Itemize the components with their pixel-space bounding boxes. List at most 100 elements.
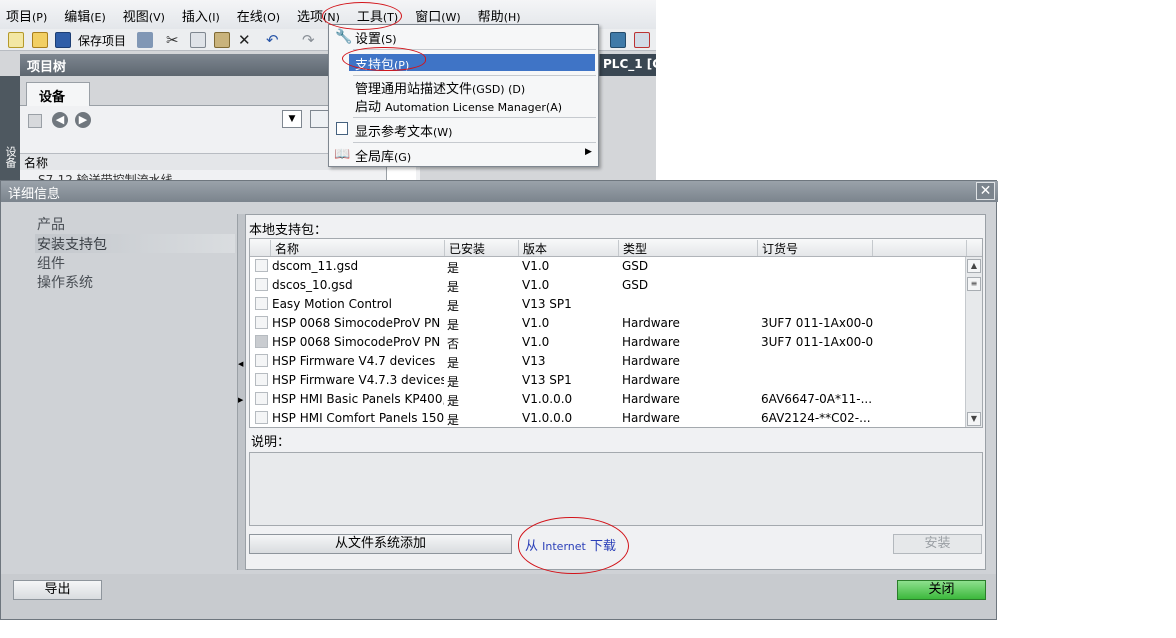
nav-products[interactable]: 产品	[35, 214, 235, 233]
table-row[interactable]: HSP HMI Basic Panels KP400, .. 是 V1.0.0.0 H…	[250, 390, 966, 409]
close-button[interactable]: 关闭	[897, 580, 986, 600]
menu-key: (H)	[503, 10, 521, 24]
row-checkbox[interactable]	[255, 335, 268, 348]
tree-row-partial[interactable]: S7-12 输送带控制流水线	[38, 171, 418, 180]
menu-insert[interactable]: 插入(I)	[182, 6, 220, 25]
side-tab-label: 设备	[4, 146, 17, 168]
delete-icon[interactable]: ✕	[238, 32, 254, 48]
description-box	[249, 452, 983, 526]
dropdown-arrow-icon[interactable]: ▼	[282, 110, 302, 128]
cell-name: HSP Firmware V4.7 devices	[272, 354, 436, 368]
menu-key: (V)	[148, 10, 165, 24]
menu-label: 编辑	[64, 9, 91, 25]
redo-icon[interactable]: ↷	[302, 32, 318, 48]
dialog-close-icon[interactable]: ✕	[976, 182, 995, 200]
description-label: 说明：	[251, 435, 291, 450]
annotation-ring-support-packages	[342, 47, 426, 71]
row-checkbox[interactable]	[255, 278, 268, 291]
row-checkbox[interactable]	[255, 411, 268, 424]
side-tab-devices[interactable]: 设备	[0, 76, 20, 180]
nav-operating-system[interactable]: 操作系统	[35, 272, 235, 291]
scroll-down-icon[interactable]: ▼	[967, 412, 981, 426]
monitor-icon[interactable]	[610, 32, 626, 48]
back-icon[interactable]: ◀	[52, 112, 68, 128]
table-row[interactable]: dscom_11.gsd 是 V1.0 GSD	[250, 257, 966, 276]
cell-type: Hardware	[622, 335, 680, 349]
menu-edit[interactable]: 编辑(E)	[64, 6, 106, 25]
column-name[interactable]: 名称	[270, 240, 299, 256]
print-icon[interactable]	[137, 32, 153, 48]
menu-item-reference-text[interactable]: 显示参考文本(W)	[355, 121, 452, 140]
column-order-number[interactable]: 订货号	[757, 240, 798, 256]
wrench-icon: 🔧	[335, 29, 353, 45]
menu-item-global-libraries[interactable]: 全局库(G)	[355, 146, 411, 165]
cell-installed: 是	[447, 261, 460, 275]
column-type[interactable]: 类型	[618, 240, 647, 256]
dialog-footer: 导出 关闭	[1, 574, 996, 619]
undo-icon[interactable]: ↶	[266, 32, 282, 48]
cell-name: Easy Motion Control	[272, 297, 392, 311]
cell-installed: 是	[447, 413, 460, 427]
cell-type: Hardware	[622, 392, 680, 406]
new-project-icon[interactable]	[8, 32, 24, 48]
table-row[interactable]: HSP Firmware V4.7 devices 是 V13 Hardware	[250, 352, 966, 371]
table-row[interactable]: dscos_10.gsd 是 V1.0 GSD	[250, 276, 966, 295]
menu-item-label: 管理通用站描述文件	[355, 82, 473, 97]
scroll-up-icon[interactable]: ▲	[967, 259, 981, 273]
cell-type: Hardware	[622, 354, 680, 368]
save-icon[interactable]	[55, 32, 71, 48]
row-checkbox[interactable]	[255, 373, 268, 386]
save-project-button[interactable]: 保存项目	[78, 32, 126, 49]
cut-icon[interactable]: ✂	[166, 32, 182, 48]
nav-install-support-package[interactable]: 安装支持包	[35, 234, 235, 253]
menu-item-key: (S)	[381, 33, 397, 46]
menu-item-settings[interactable]: 设置(S)	[355, 28, 397, 47]
cell-installed: 是	[447, 356, 460, 370]
cell-installed: 否	[447, 337, 460, 351]
panel-splitter[interactable]: ◀ ▶	[237, 214, 245, 570]
paste-icon[interactable]	[214, 32, 230, 48]
row-checkbox[interactable]	[255, 392, 268, 405]
row-checkbox[interactable]	[255, 297, 268, 310]
row-checkbox[interactable]	[255, 354, 268, 367]
collapse-left-icon[interactable]: ◀	[238, 360, 243, 368]
view-toggle-icon[interactable]	[310, 110, 330, 128]
menu-item-license-manager[interactable]: 启动 Automation License Manager(A)	[355, 96, 562, 115]
add-device-icon[interactable]	[28, 114, 42, 128]
menu-view[interactable]: 视图(V)	[123, 6, 165, 25]
local-packages-label: 本地支持包：	[249, 223, 328, 238]
add-from-file-system-button[interactable]: 从文件系统添加	[249, 534, 512, 554]
nav-components[interactable]: 组件	[35, 253, 235, 272]
cell-installed: 是	[447, 375, 460, 389]
menu-project[interactable]: 项目(P)	[6, 6, 47, 25]
cell-version: V1.0	[522, 278, 550, 292]
stop-icon[interactable]	[634, 32, 650, 48]
menu-item-manage-gsd[interactable]: 管理通用站描述文件(GSD) (D)	[355, 78, 525, 97]
table-row[interactable]: HSP HMI Comfort Panels 1500.. 是 V1.0.0.0 Ha…	[250, 409, 966, 427]
table-row[interactable]: HSP 0068 SimocodeProV PN 否 V1.0 Hardware 3UF…	[250, 333, 966, 352]
vertical-scrollbar[interactable]: ▲ ≡ ▼	[965, 257, 982, 427]
forward-icon[interactable]: ▶	[75, 112, 91, 128]
menu-online[interactable]: 在线(O)	[237, 6, 280, 25]
column-installed[interactable]: 已安装	[444, 240, 485, 256]
expand-right-icon[interactable]: ▶	[238, 396, 243, 404]
tab-devices[interactable]: 设备	[26, 82, 90, 106]
install-button[interactable]: 安装	[893, 534, 982, 554]
export-button[interactable]: 导出	[13, 580, 102, 600]
row-checkbox[interactable]	[255, 259, 268, 272]
table-row[interactable]: HSP Firmware V4.7.3 devices .. 是 V13 SP1 Ha…	[250, 371, 966, 390]
column-version[interactable]: 版本	[518, 240, 547, 256]
support-package-table: 名称 已安装 版本 类型 订货号 dscom_11.gsd 是 V1.0 GSD dsc…	[249, 238, 983, 428]
scroll-thumb[interactable]: ≡	[967, 277, 981, 291]
table-row[interactable]: Easy Motion Control 是 V13 SP1	[250, 295, 966, 314]
menu-label: 项目	[6, 9, 33, 25]
row-checkbox[interactable]	[255, 316, 268, 329]
copy-icon[interactable]	[190, 32, 206, 48]
cell-version: V1.0	[522, 335, 550, 349]
menu-item-label: 全局库	[355, 150, 395, 165]
menu-help[interactable]: 帮助(H)	[478, 6, 521, 25]
dialog-nav: 产品 安装支持包 组件 操作系统	[19, 214, 237, 554]
open-project-icon[interactable]	[32, 32, 48, 48]
table-row[interactable]: HSP 0068 SimocodeProV PN 是 V1.0 Hardware 3UF…	[250, 314, 966, 333]
menu-window[interactable]: 窗口(W)	[415, 6, 460, 25]
